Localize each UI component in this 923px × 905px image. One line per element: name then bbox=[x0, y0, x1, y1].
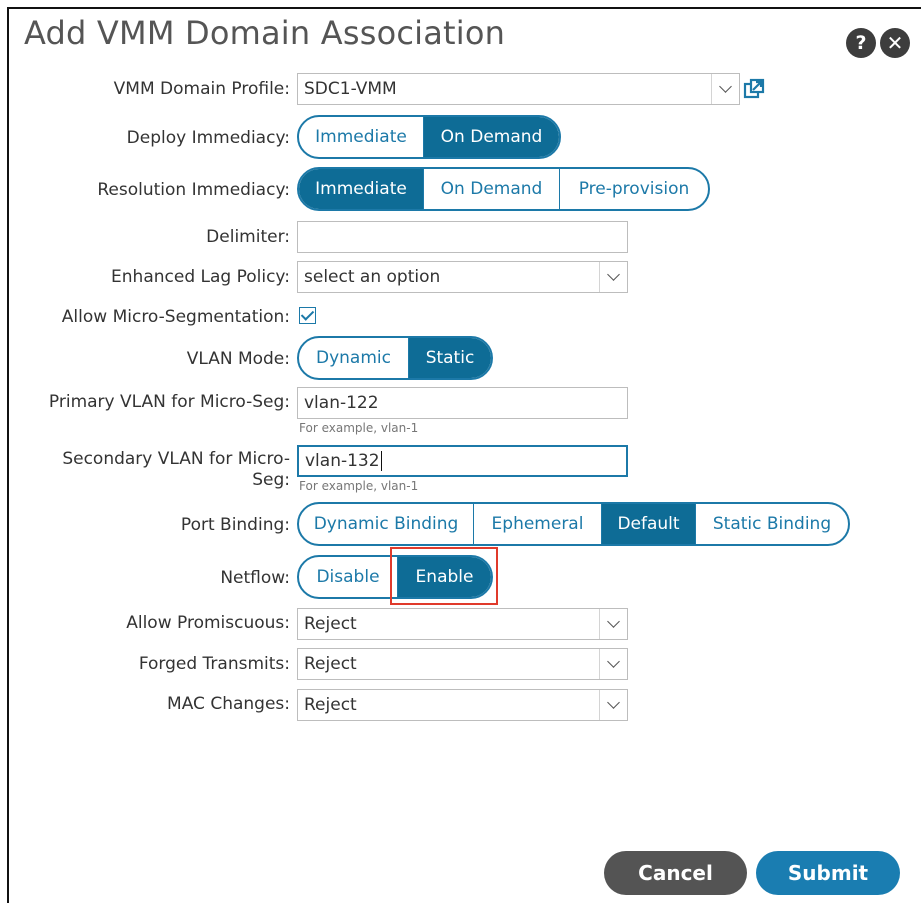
vmm-domain-profile-select[interactable]: SDC1-VMM bbox=[297, 73, 740, 105]
port-binding-option-dynamic-binding[interactable]: Dynamic Binding bbox=[299, 504, 473, 544]
chevron-down-icon[interactable] bbox=[599, 609, 627, 639]
cancel-button[interactable]: Cancel bbox=[604, 851, 747, 895]
secondary-vlan-input[interactable]: vlan-132 bbox=[297, 445, 628, 477]
text-cursor bbox=[380, 451, 382, 471]
port-binding-label: Port Binding: bbox=[180, 515, 290, 535]
primary-vlan-label: Primary VLAN for Micro-Seg: bbox=[48, 392, 290, 412]
resolution-immediacy-option-pre-provision[interactable]: Pre-provision bbox=[559, 169, 708, 209]
vlan-mode-label: VLAN Mode: bbox=[186, 349, 290, 369]
deploy-immediacy-option-immediate[interactable]: Immediate bbox=[299, 117, 423, 157]
forged-transmits-select[interactable]: Reject bbox=[297, 648, 628, 680]
chevron-down-icon[interactable] bbox=[711, 74, 739, 104]
close-icon[interactable]: ✕ bbox=[880, 28, 910, 58]
allow-promiscuous-select[interactable]: Reject bbox=[297, 608, 628, 640]
submit-button[interactable]: Submit bbox=[756, 851, 900, 895]
vlan-mode-option-static[interactable]: Static bbox=[408, 338, 491, 378]
help-icon[interactable]: ? bbox=[846, 28, 876, 58]
dialog-title: Add VMM Domain Association bbox=[24, 14, 506, 52]
open-external-icon[interactable] bbox=[743, 78, 765, 100]
deploy-immediacy-toggle: Immediate On Demand bbox=[297, 115, 561, 159]
resolution-immediacy-label: Resolution Immediacy: bbox=[97, 180, 290, 200]
chevron-down-icon[interactable] bbox=[599, 262, 627, 292]
port-binding-toggle: Dynamic Binding Ephemeral Default Static… bbox=[297, 502, 850, 546]
secondary-vlan-label-line2: Seg: bbox=[252, 470, 290, 490]
allow-promiscuous-value: Reject bbox=[304, 614, 357, 634]
netflow-label: Netflow: bbox=[220, 568, 290, 588]
allow-promiscuous-label: Allow Promiscuous: bbox=[126, 613, 290, 633]
delimiter-label: Delimiter: bbox=[206, 227, 290, 247]
chevron-down-icon[interactable] bbox=[599, 649, 627, 679]
secondary-vlan-value: vlan-132 bbox=[305, 451, 380, 471]
mac-changes-select[interactable]: Reject bbox=[297, 689, 628, 721]
deploy-immediacy-option-on-demand[interactable]: On Demand bbox=[423, 117, 559, 157]
primary-vlan-hint: For example, vlan-1 bbox=[299, 421, 419, 435]
chevron-down-icon[interactable] bbox=[599, 690, 627, 720]
forged-transmits-label: Forged Transmits: bbox=[138, 654, 290, 674]
vmm-domain-profile-label: VMM Domain Profile: bbox=[113, 79, 290, 99]
port-binding-option-static-binding[interactable]: Static Binding bbox=[695, 504, 848, 544]
mac-changes-value: Reject bbox=[304, 695, 357, 715]
netflow-option-disable[interactable]: Disable bbox=[299, 557, 397, 597]
delimiter-input[interactable] bbox=[297, 221, 628, 253]
deploy-immediacy-label: Deploy Immediacy: bbox=[126, 128, 290, 148]
primary-vlan-input[interactable]: vlan-122 bbox=[297, 387, 628, 419]
check-icon bbox=[300, 307, 315, 321]
enhanced-lag-policy-label: Enhanced Lag Policy: bbox=[111, 267, 290, 287]
secondary-vlan-label-line1: Secondary VLAN for Micro- bbox=[62, 449, 290, 469]
enhanced-lag-policy-value: select an option bbox=[304, 267, 441, 287]
resolution-immediacy-option-on-demand[interactable]: On Demand bbox=[423, 169, 559, 209]
netflow-enable-highlight bbox=[390, 547, 498, 605]
forged-transmits-value: Reject bbox=[304, 654, 357, 674]
secondary-vlan-hint: For example, vlan-1 bbox=[299, 479, 419, 493]
allow-micro-segmentation-label: Allow Micro-Segmentation: bbox=[61, 307, 290, 327]
mac-changes-label: MAC Changes: bbox=[167, 694, 290, 714]
port-binding-option-default[interactable]: Default bbox=[601, 504, 695, 544]
vmm-domain-profile-value: SDC1-VMM bbox=[304, 79, 397, 99]
port-binding-option-ephemeral[interactable]: Ephemeral bbox=[473, 504, 601, 544]
resolution-immediacy-toggle: Immediate On Demand Pre-provision bbox=[297, 167, 710, 211]
vlan-mode-toggle: Dynamic Static bbox=[297, 336, 493, 380]
enhanced-lag-policy-select[interactable]: select an option bbox=[297, 261, 628, 293]
resolution-immediacy-option-immediate[interactable]: Immediate bbox=[299, 169, 423, 209]
vlan-mode-option-dynamic[interactable]: Dynamic bbox=[299, 338, 408, 378]
allow-micro-segmentation-checkbox[interactable] bbox=[299, 307, 316, 324]
